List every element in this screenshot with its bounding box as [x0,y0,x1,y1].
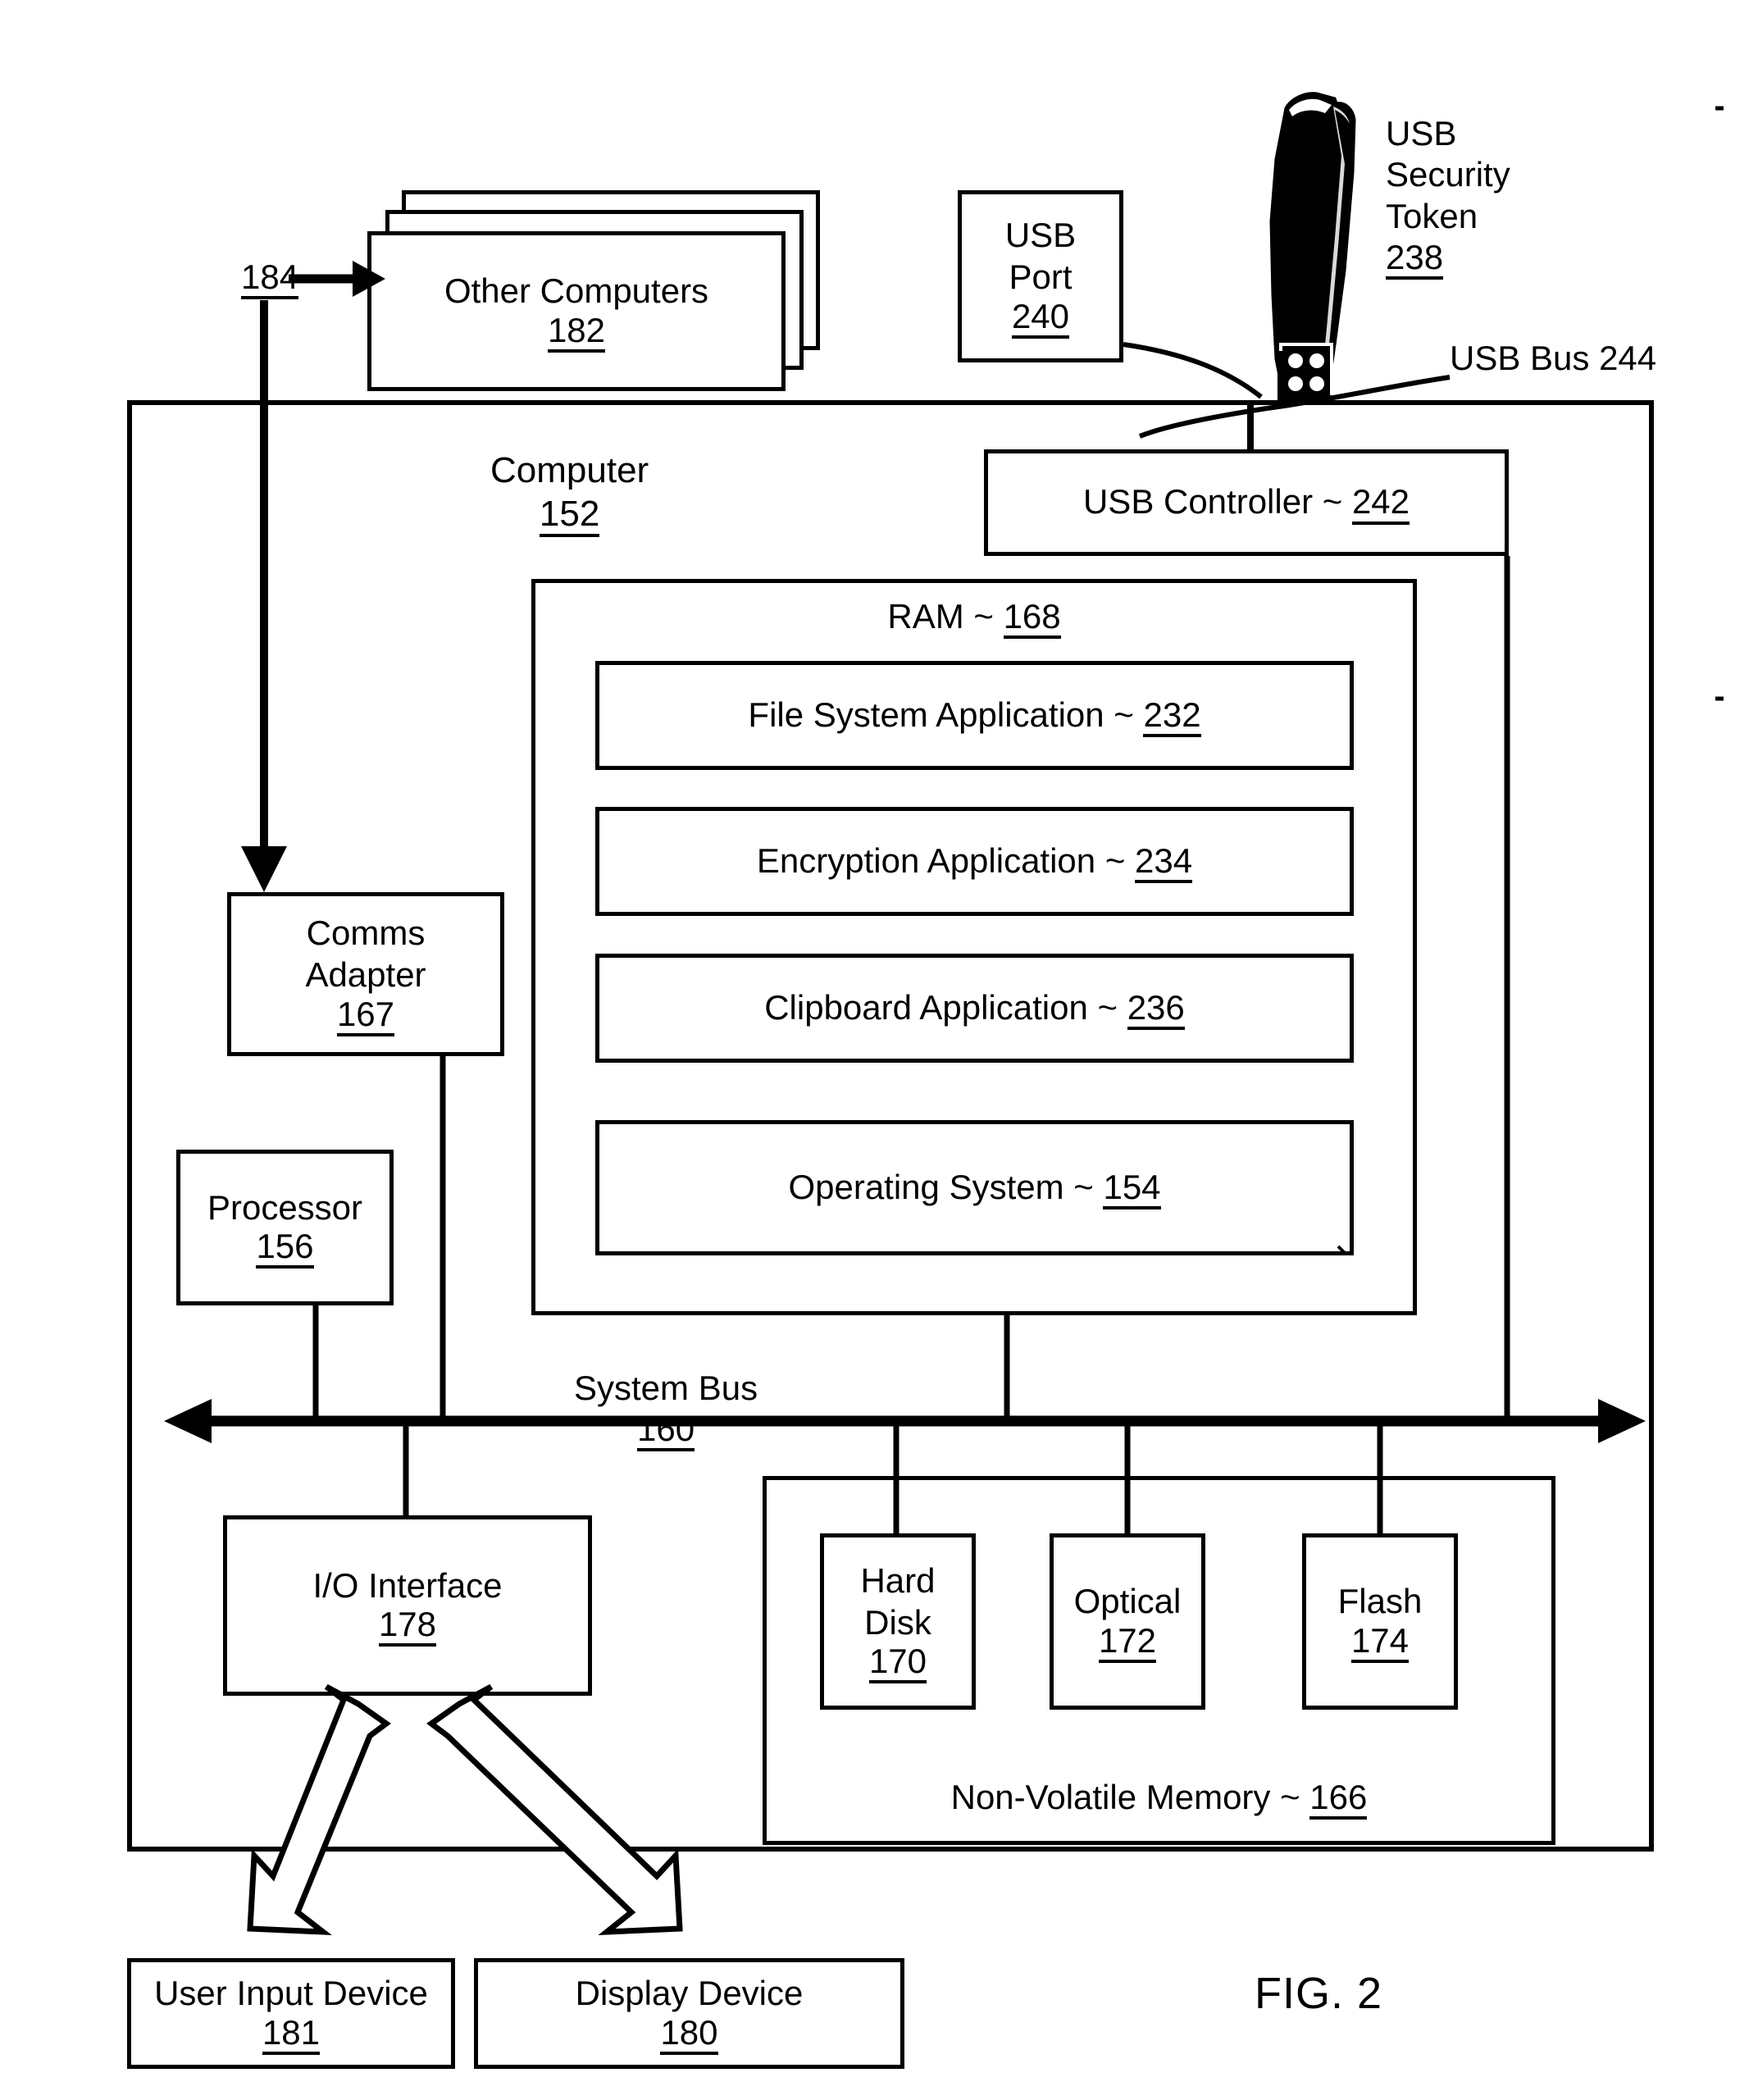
comms-adapter-ref: 167 [336,995,395,1036]
clipboard-application-label: Clipboard Application ~ [764,987,1118,1027]
usb-controller-ref: 242 [1351,484,1410,525]
clipboard-application-ref: 236 [1127,989,1185,1031]
usb-controller-box[interactable]: USB Controller ~ 242 [984,449,1509,556]
optical-line1: Optical [1073,1582,1182,1621]
system-bus-label: System Bus 160 [574,1368,758,1452]
hard-disk-box[interactable]: Hard Disk 170 [820,1533,976,1710]
hard-disk-ref: 170 [868,1643,927,1684]
encryption-application-ref: 234 [1135,842,1193,884]
other-computers-label: Other Computers [444,271,709,311]
ram-title: RAM ~ 168 [887,596,1061,640]
processor-ref: 156 [256,1228,314,1269]
user-input-device-box[interactable]: User Input Device 181 [127,1958,455,2069]
ram-module-file-system-application[interactable]: File System Application ~ 232 [595,661,1354,770]
comms-adapter-line1: Comms [306,913,426,953]
flash-line1: Flash [1337,1582,1423,1621]
processor-box[interactable]: Processor 156 [176,1150,394,1305]
usb-controller-row: USB Controller ~ 242 [1082,481,1410,525]
comms-adapter-line2: Adapter [305,955,426,995]
comms-adapter-box[interactable]: Comms Adapter 167 [227,892,504,1056]
usb-security-token-image [1269,92,1356,403]
display-device-ref: 180 [660,2014,718,2055]
ram-module-operating-system[interactable]: Operating System ~ 154 [595,1120,1354,1255]
io-interface-ref: 178 [378,1606,437,1647]
optical-box[interactable]: Optical 172 [1050,1533,1205,1710]
ram-label: RAM ~ [887,597,994,635]
other-computers-box[interactable]: Other Computers 182 [367,231,786,391]
file-system-application-label: File System Application ~ [748,695,1134,734]
non-volatile-memory-label: Non-Volatile Memory ~ [950,1777,1300,1816]
network-ref-184: 184 [241,257,299,300]
usb-security-token-caption: USB Security Token 238 [1386,113,1510,280]
processor-label: Processor [207,1187,363,1227]
display-device-label: Display Device [575,1974,804,2013]
computer-title: Computer 152 [490,449,649,537]
encryption-application-label: Encryption Application ~ [756,840,1126,880]
hard-disk-line1: Hard [860,1560,936,1600]
figure-caption: FIG. 2 [1255,1969,1383,2018]
ram-module-clipboard-application[interactable]: Clipboard Application ~ 236 [595,954,1354,1063]
usb-controller-label: USB Controller ~ [1082,482,1343,522]
file-system-application-ref: 232 [1143,696,1201,738]
hard-disk-line2: Disk [864,1602,931,1642]
usb-bus-label: USB Bus 244 [1450,339,1657,377]
usb-port-box[interactable]: USB Port 240 [958,190,1123,362]
non-volatile-memory-ref: 166 [1309,1779,1368,1820]
flash-box[interactable]: Flash 174 [1302,1533,1458,1710]
usb-port-label-line2: Port [1009,257,1073,297]
non-volatile-memory-title: Non-Volatile Memory ~ 166 [951,1777,1368,1820]
io-interface-box[interactable]: I/O Interface 178 [223,1515,592,1696]
usb-port-label-line1: USB [1004,216,1077,255]
other-computers-ref: 182 [547,312,606,353]
io-interface-label: I/O Interface [312,1565,503,1605]
usb-port-ref: 240 [1011,298,1070,339]
display-device-box[interactable]: Display Device 180 [474,1958,904,2069]
patent-figure-page: Other Computers 182 184 USB Port 240 USB… [0,0,1758,2100]
flash-ref: 174 [1350,1622,1410,1663]
user-input-device-ref: 181 [262,2014,321,2055]
operating-system-ref: 154 [1103,1168,1161,1210]
ram-module-encryption-application[interactable]: Encryption Application ~ 234 [595,807,1354,916]
ram-ref: 168 [1003,598,1061,640]
optical-ref: 172 [1098,1622,1157,1663]
user-input-device-label: User Input Device [154,1974,428,2013]
operating-system-label: Operating System ~ [788,1167,1094,1206]
